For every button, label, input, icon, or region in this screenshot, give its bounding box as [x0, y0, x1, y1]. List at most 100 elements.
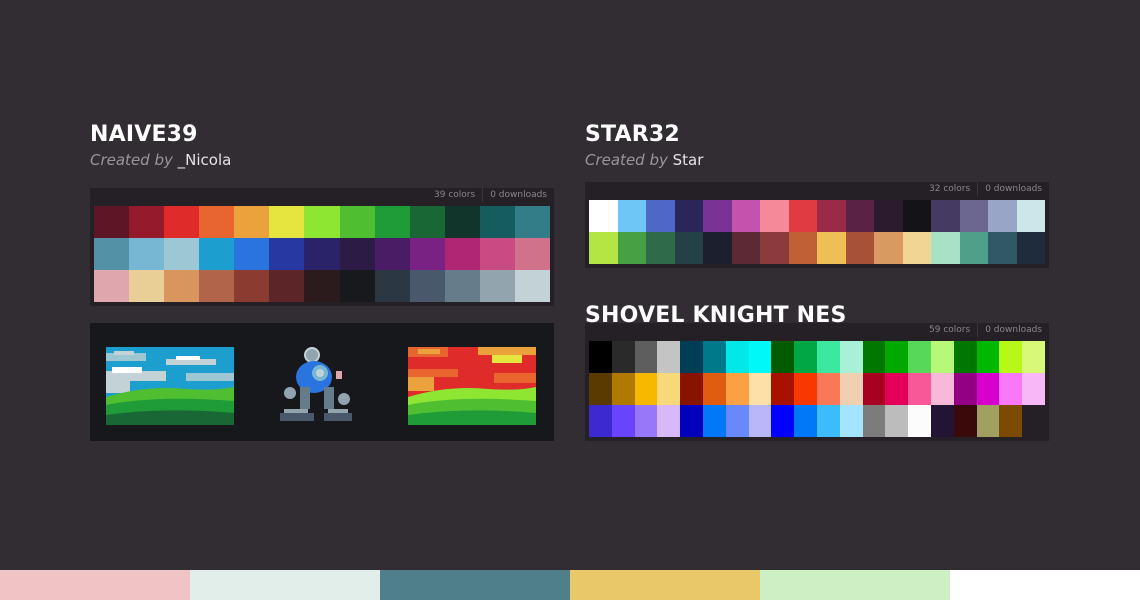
color-swatch[interactable] — [839, 405, 863, 437]
color-swatch[interactable] — [479, 238, 515, 270]
color-swatch[interactable] — [839, 341, 863, 373]
color-swatch[interactable] — [788, 232, 817, 264]
color-swatch[interactable] — [339, 238, 375, 270]
color-swatch[interactable] — [94, 206, 130, 238]
palette-title[interactable]: STAR32 — [585, 122, 1049, 148]
color-swatch[interactable] — [634, 373, 658, 405]
color-swatch[interactable] — [1022, 341, 1045, 373]
author-link[interactable]: _Nicola — [178, 151, 232, 169]
color-swatch[interactable] — [748, 373, 772, 405]
color-swatch[interactable] — [339, 270, 375, 302]
color-swatch[interactable] — [479, 270, 515, 302]
color-swatch[interactable] — [725, 405, 749, 437]
color-swatch[interactable] — [234, 238, 270, 270]
color-swatch[interactable] — [931, 232, 960, 264]
color-swatch[interactable] — [617, 232, 646, 264]
swatch-grid[interactable] — [90, 202, 554, 306]
color-swatch[interactable] — [129, 238, 165, 270]
color-swatch[interactable] — [702, 373, 726, 405]
color-swatch[interactable] — [817, 232, 846, 264]
color-swatch[interactable] — [760, 200, 789, 232]
color-swatch[interactable] — [771, 405, 795, 437]
color-swatch[interactable] — [771, 373, 795, 405]
color-swatch[interactable] — [269, 270, 305, 302]
color-swatch[interactable] — [908, 373, 931, 405]
color-swatch[interactable] — [646, 200, 675, 232]
color-swatch[interactable] — [817, 200, 846, 232]
color-swatch[interactable] — [234, 270, 270, 302]
color-swatch[interactable] — [680, 341, 703, 373]
color-swatch[interactable] — [845, 200, 874, 232]
color-swatch[interactable] — [731, 200, 760, 232]
color-swatch[interactable] — [444, 270, 480, 302]
color-swatch[interactable] — [902, 200, 931, 232]
color-swatch[interactable] — [703, 200, 732, 232]
color-swatch[interactable] — [374, 270, 410, 302]
palette-naive39[interactable]: NAIVE39 Created by _Nicola — [90, 122, 554, 170]
color-swatch[interactable] — [760, 232, 789, 264]
color-swatch[interactable] — [611, 405, 635, 437]
color-swatch[interactable] — [634, 405, 658, 437]
color-swatch[interactable] — [702, 341, 726, 373]
color-swatch[interactable] — [409, 238, 445, 270]
color-swatch[interactable] — [930, 405, 954, 437]
color-swatch[interactable] — [885, 373, 909, 405]
swatch-grid[interactable] — [585, 337, 1049, 441]
color-swatch[interactable] — [589, 405, 612, 437]
color-swatch[interactable] — [199, 270, 235, 302]
color-swatch[interactable] — [725, 341, 749, 373]
color-swatch[interactable] — [199, 206, 235, 238]
color-swatch[interactable] — [1016, 232, 1045, 264]
color-swatch[interactable] — [589, 200, 618, 232]
color-swatch[interactable] — [845, 232, 874, 264]
palette-title[interactable]: NAIVE39 — [90, 122, 554, 148]
color-swatch[interactable] — [999, 405, 1023, 437]
color-swatch[interactable] — [657, 373, 681, 405]
color-swatch[interactable] — [199, 238, 235, 270]
color-swatch[interactable] — [617, 200, 646, 232]
color-swatch[interactable] — [514, 238, 550, 270]
swatch-grid[interactable] — [585, 196, 1049, 268]
color-swatch[interactable] — [269, 238, 305, 270]
color-swatch[interactable] — [816, 405, 840, 437]
color-swatch[interactable] — [862, 405, 886, 437]
color-swatch[interactable] — [703, 232, 732, 264]
color-swatch[interactable] — [788, 200, 817, 232]
color-swatch[interactable] — [999, 341, 1023, 373]
color-swatch[interactable] — [304, 238, 340, 270]
color-swatch[interactable] — [94, 238, 130, 270]
color-swatch[interactable] — [702, 405, 726, 437]
color-swatch[interactable] — [1016, 200, 1045, 232]
color-swatch[interactable] — [976, 341, 1000, 373]
color-swatch[interactable] — [816, 373, 840, 405]
color-swatch[interactable] — [374, 206, 410, 238]
color-swatch[interactable] — [611, 341, 635, 373]
color-swatch[interactable] — [794, 405, 817, 437]
color-swatch[interactable] — [479, 206, 515, 238]
color-swatch[interactable] — [680, 373, 703, 405]
color-swatch[interactable] — [748, 405, 772, 437]
color-swatch[interactable] — [409, 206, 445, 238]
color-swatch[interactable] — [931, 200, 960, 232]
color-swatch[interactable] — [908, 405, 931, 437]
color-swatch[interactable] — [930, 341, 954, 373]
color-swatch[interactable] — [908, 341, 931, 373]
color-swatch[interactable] — [304, 270, 340, 302]
color-swatch[interactable] — [999, 373, 1023, 405]
color-swatch[interactable] — [514, 206, 550, 238]
color-swatch[interactable] — [862, 373, 886, 405]
color-swatch[interactable] — [959, 232, 988, 264]
color-swatch[interactable] — [959, 200, 988, 232]
author-link[interactable]: Star — [673, 151, 704, 169]
color-swatch[interactable] — [816, 341, 840, 373]
color-swatch[interactable] — [794, 341, 817, 373]
palette-star32[interactable]: STAR32 Created by Star — [585, 122, 1049, 170]
color-swatch[interactable] — [953, 373, 977, 405]
color-swatch[interactable] — [589, 232, 618, 264]
color-swatch[interactable] — [839, 373, 863, 405]
color-swatch[interactable] — [674, 200, 703, 232]
color-swatch[interactable] — [611, 373, 635, 405]
color-swatch[interactable] — [129, 206, 165, 238]
color-swatch[interactable] — [164, 238, 200, 270]
color-swatch[interactable] — [304, 206, 340, 238]
